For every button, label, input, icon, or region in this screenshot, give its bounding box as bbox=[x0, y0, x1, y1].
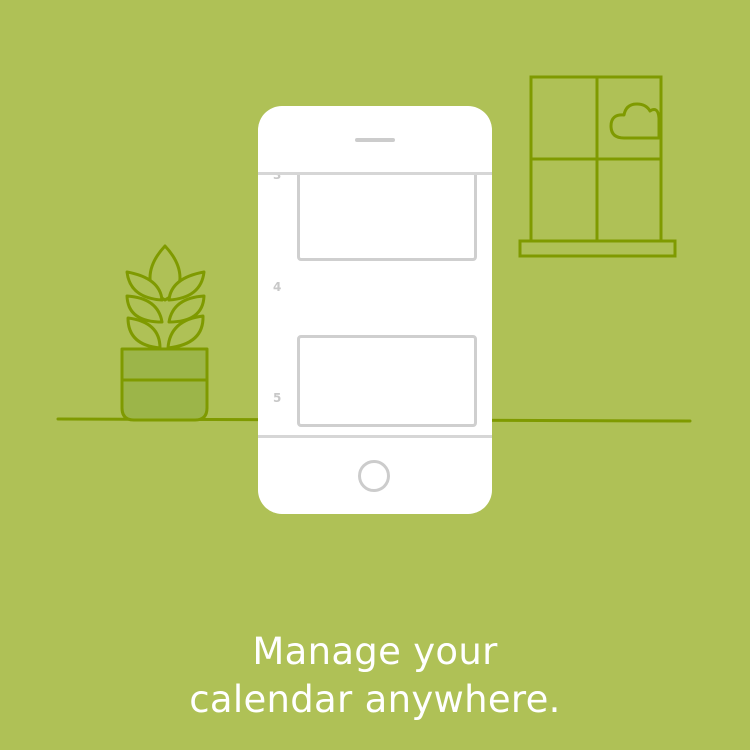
phone-home-button bbox=[358, 460, 390, 492]
phone-illustration: 3 4 5 bbox=[258, 106, 492, 514]
hour-label: 5 bbox=[273, 391, 282, 405]
headline-line-1: Manage your bbox=[252, 630, 498, 673]
phone-speaker bbox=[355, 138, 395, 142]
onboarding-screen: 3 4 5 Manage your calendar anywhere. bbox=[0, 0, 750, 750]
calendar-event bbox=[297, 175, 477, 261]
hour-label: 3 bbox=[273, 172, 282, 182]
onboarding-headline: Manage your calendar anywhere. bbox=[0, 628, 750, 724]
hour-label: 4 bbox=[273, 280, 282, 294]
calendar-screen: 3 4 5 bbox=[258, 172, 492, 438]
calendar-event bbox=[297, 335, 477, 427]
cloud-icon bbox=[609, 102, 661, 140]
headline-line-2: calendar anywhere. bbox=[189, 678, 561, 721]
